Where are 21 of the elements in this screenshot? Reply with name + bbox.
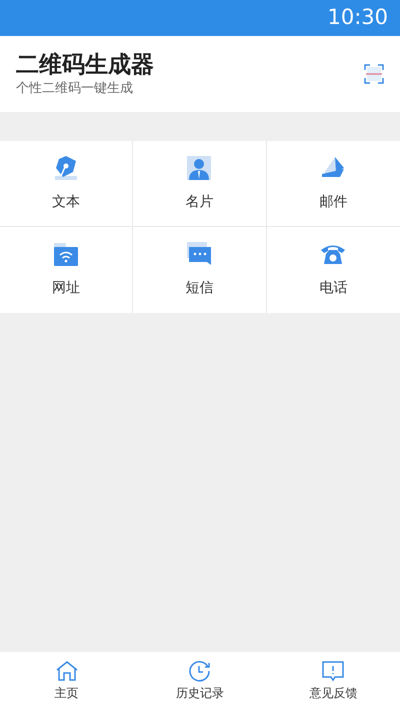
app-subtitle: 个性二维码一键生成	[16, 80, 134, 98]
wifi-folder-icon	[53, 241, 80, 267]
nav-tab[interactable]: 意见反馈	[266, 652, 400, 710]
scan-button[interactable]	[364, 64, 384, 84]
app-title: 二维码生成器	[16, 51, 154, 80]
type-tile[interactable]: 文本	[0, 141, 134, 227]
home-icon	[54, 660, 79, 682]
type-tile[interactable]: 短信	[133, 227, 267, 313]
scan-icon	[364, 64, 384, 84]
type-tile[interactable]: 网址	[0, 227, 134, 313]
status-time: 10:30	[327, 4, 388, 32]
chat-bubble-icon	[186, 241, 212, 267]
type-tile[interactable]: 电话	[266, 227, 400, 313]
type-tile[interactable]: 邮件	[266, 141, 400, 227]
nav-tab[interactable]: 主页	[0, 652, 134, 710]
pen-nib-icon	[53, 154, 80, 180]
feedback-icon	[321, 660, 346, 682]
contact-card-icon	[186, 154, 212, 180]
type-tile[interactable]: 名片	[133, 141, 267, 227]
history-icon	[188, 660, 212, 682]
nav-tab[interactable]: 历史记录	[133, 652, 267, 710]
